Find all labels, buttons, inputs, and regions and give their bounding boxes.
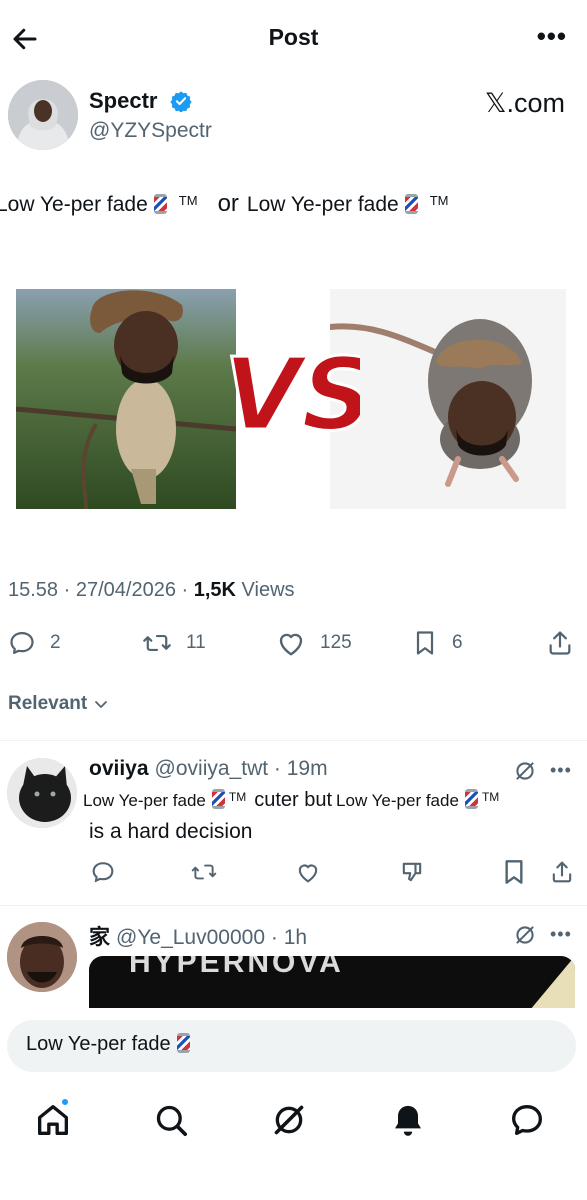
heart-icon[interactable] [294,856,322,888]
reply-actions [0,856,587,888]
grok-icon[interactable] [512,922,538,948]
verified-badge-icon [170,91,192,112]
vs-text: VS [224,336,360,450]
views-label: Views [241,579,295,601]
reply-text-line2: is a hard decision [89,820,253,843]
divider [0,905,587,906]
grok-icon[interactable] [269,1100,309,1140]
share-icon [549,631,571,655]
reply-more-icon[interactable]: ••• [550,760,572,781]
repost-button[interactable]: 11 [142,625,206,661]
reply-avatar[interactable] [7,758,77,828]
sort-label: Relevant [8,693,88,714]
notification-dot [60,1097,70,1107]
more-icon[interactable]: ••• [537,23,567,49]
post-time: 15.58 [8,579,59,601]
reply-count: 2 [50,632,61,653]
author-name[interactable]: Spectr [89,88,157,114]
bookmark-button[interactable]: 6 [412,625,463,661]
reply-icon[interactable] [89,856,117,888]
share-button[interactable] [546,625,574,661]
grok-icon[interactable] [512,758,538,784]
reply-author-name[interactable]: oviiya [89,757,149,780]
tweet-image-bird[interactable] [16,289,236,509]
share-icon[interactable] [548,856,576,888]
reply-author-name[interactable]: 家 [89,926,110,949]
messages-icon[interactable] [507,1100,547,1140]
repost-icon[interactable] [190,856,218,888]
repost-count: 11 [186,632,206,653]
tweet-text: Low Ye-per fade TM or Low Ye-per fade TM [0,190,587,218]
bookmark-count: 6 [452,632,463,653]
reply-author-handle[interactable]: @oviiya_twt [155,757,269,780]
tweet-text-part2: Low Ye-per fade [246,193,399,216]
post-actions: 2 11 125 6 [0,625,587,661]
reply-media[interactable]: HYPERNOVA [89,956,575,1016]
reply-button[interactable]: 2 [8,625,61,661]
heart-icon [279,633,303,656]
divider [0,740,587,741]
trademark-label: TM [429,193,449,208]
reply-avatar[interactable] [7,922,77,992]
like-button[interactable]: 125 [276,625,352,661]
tweet-text-part1: Low Ye-per fade [0,193,148,216]
reply-more-icon[interactable]: ••• [550,924,572,945]
chevron-down-icon [95,701,108,708]
search-icon[interactable] [151,1100,191,1140]
bookmark-icon[interactable] [500,856,528,888]
reply-header: oviiya @oviiya_twt · 19m [89,757,328,780]
barber-pole-icon [153,194,167,214]
barber-pole-icon [464,789,478,809]
barber-pole-icon [211,789,225,809]
reply-compose-field[interactable]: Low Ye-per fade [7,1020,576,1072]
xcom-watermark: 𝕏.com [484,88,565,118]
reply-icon [10,631,34,655]
reply-time: 19m [286,757,328,780]
like-count: 125 [320,632,352,653]
repost-icon [143,634,171,652]
author-avatar[interactable] [8,80,78,150]
author-handle[interactable]: @YZYSpectr [89,119,212,143]
views-count: 1,5K [193,579,236,601]
sort-dropdown[interactable]: Relevant [8,693,109,715]
reply-header: 家 @Ye_Luv00000 · 1h [89,926,308,949]
post-date: 27/04/2026 [75,579,176,601]
reply-text: Low Ye-per fade TM cuter but Low Ye-per fad… [83,789,500,811]
vs-graphic: VS [223,335,361,450]
trademark-label: TM [178,193,198,208]
reply-time: 1h [283,926,308,949]
bookmark-icon [416,631,434,655]
tweet-image-rat[interactable] [330,289,566,509]
barber-pole-icon [404,194,418,214]
tweet-or: or [217,190,239,217]
page-title: Post [268,24,319,50]
dislike-icon[interactable] [398,856,426,888]
notifications-icon[interactable] [388,1100,428,1140]
post-meta: 15.58 · 27/04/2026 · 1,5K Views [8,579,295,601]
media-text: HYPERNOVA [129,956,344,979]
reply-author-handle[interactable]: @Ye_Luv00000 [116,926,265,949]
